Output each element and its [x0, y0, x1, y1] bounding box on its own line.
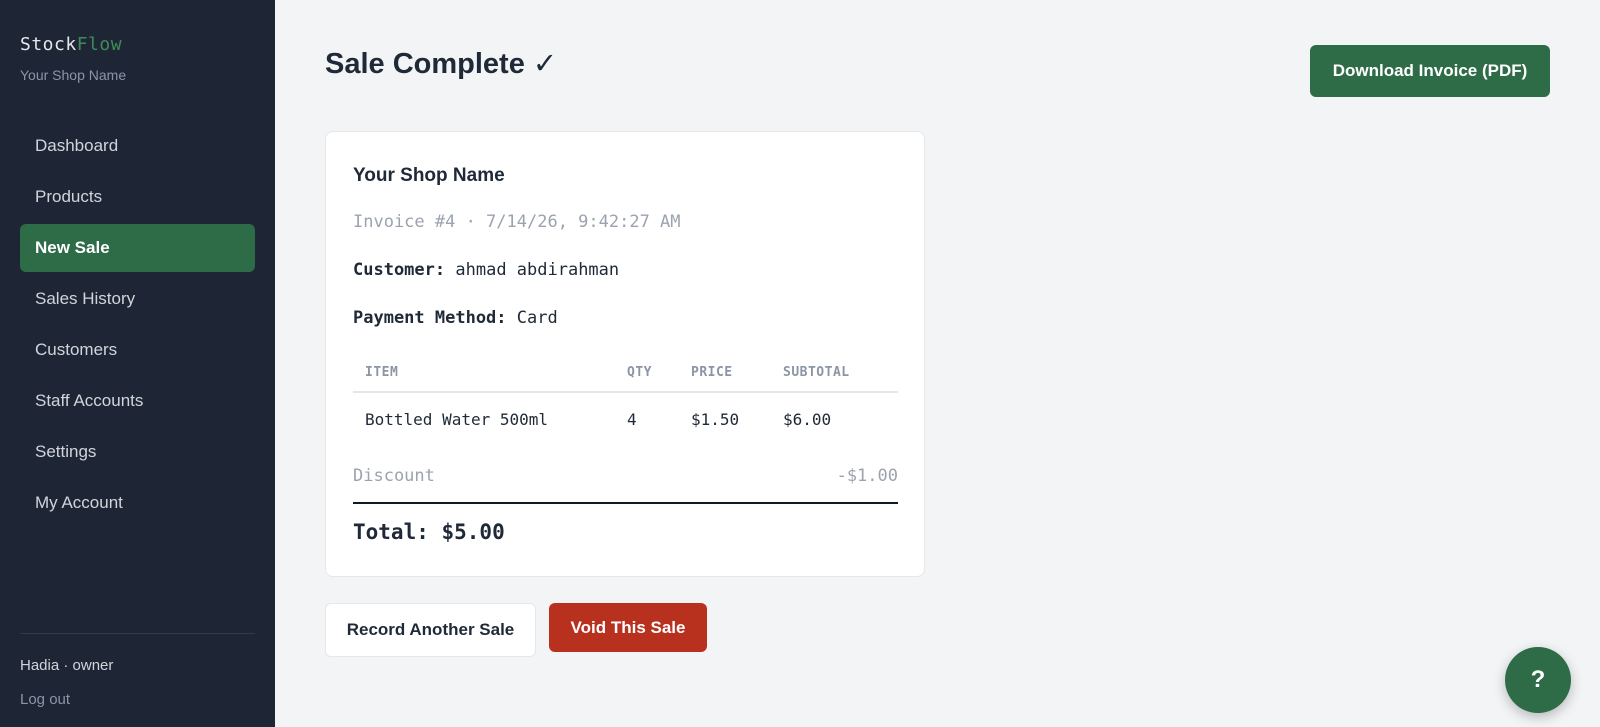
discount-value: -$1.00 — [836, 466, 898, 486]
brand-text-flow: Flow — [76, 34, 123, 55]
table-header-row: ITEM QTY PRICE SUBTOTAL — [353, 354, 898, 393]
column-header-item: ITEM — [353, 354, 615, 393]
record-another-sale-button[interactable]: Record Another Sale — [325, 603, 536, 657]
cell-qty: 4 — [627, 410, 637, 429]
column-header-qty: QTY — [615, 354, 679, 393]
payment-line: Payment Method: Card — [353, 308, 558, 328]
sidebar-item-customers[interactable]: Customers — [20, 326, 255, 374]
receipt-shop-name: Your Shop Name — [353, 165, 505, 186]
brand-text-stock: Stock — [20, 34, 77, 55]
brand-logo: StockFlow — [20, 34, 122, 55]
total-divider — [353, 502, 898, 504]
download-invoice-button[interactable]: Download Invoice (PDF) — [1310, 45, 1550, 97]
invoice-line: Invoice #4 · 7/14/26, 9:42:27 AM — [353, 212, 681, 232]
column-header-subtotal: SUBTOTAL — [771, 354, 898, 393]
sidebar-item-products[interactable]: Products — [20, 173, 255, 221]
sidebar-item-staff-accounts[interactable]: Staff Accounts — [20, 377, 255, 425]
receipt-card: Your Shop Name Invoice #4 · 7/14/26, 9:4… — [325, 131, 925, 577]
action-buttons: Record Another Sale Void This Sale — [325, 603, 707, 657]
discount-row: Discount -$1.00 — [353, 466, 898, 486]
customer-value: ahmad abdirahman — [455, 260, 620, 280]
column-header-price: PRICE — [679, 354, 771, 393]
help-button[interactable]: ? — [1505, 647, 1571, 713]
main-content: Sale Complete ✓ Download Invoice (PDF) Y… — [275, 0, 1600, 727]
items-table: ITEM QTY PRICE SUBTOTAL Bottled Water 50… — [353, 354, 898, 446]
current-user: Hadia · owner — [20, 657, 114, 674]
sidebar: StockFlow Your Shop Name Dashboard Produ… — [0, 0, 275, 727]
customer-line: Customer: ahmad abdirahman — [353, 260, 619, 280]
cell-price: $1.50 — [691, 410, 740, 429]
payment-label: Payment Method: — [353, 308, 507, 328]
logout-link[interactable]: Log out — [20, 691, 70, 708]
sidebar-item-settings[interactable]: Settings — [20, 428, 255, 476]
sidebar-item-sales-history[interactable]: Sales History — [20, 275, 255, 323]
payment-value: Card — [516, 308, 558, 328]
sidebar-item-new-sale[interactable]: New Sale — [20, 224, 255, 272]
cell-item: Bottled Water 500ml — [365, 410, 549, 429]
sidebar-divider — [20, 633, 255, 634]
sidebar-shop-name: Your Shop Name — [20, 67, 127, 83]
sidebar-item-dashboard[interactable]: Dashboard — [20, 122, 255, 170]
discount-label: Discount — [353, 466, 435, 486]
customer-label: Customer: — [353, 260, 446, 280]
app-root: StockFlow Your Shop Name Dashboard Produ… — [0, 0, 1600, 727]
total-amount: Total: $5.00 — [353, 520, 505, 544]
table-row: Bottled Water 500ml 4 $1.50 $6.00 — [353, 392, 898, 446]
void-sale-button[interactable]: Void This Sale — [549, 603, 707, 652]
page-title: Sale Complete ✓ — [325, 48, 558, 80]
cell-subtotal: $6.00 — [783, 410, 832, 429]
sidebar-item-my-account[interactable]: My Account — [20, 479, 255, 527]
sidebar-nav: Dashboard Products New Sale Sales Histor… — [20, 122, 255, 530]
